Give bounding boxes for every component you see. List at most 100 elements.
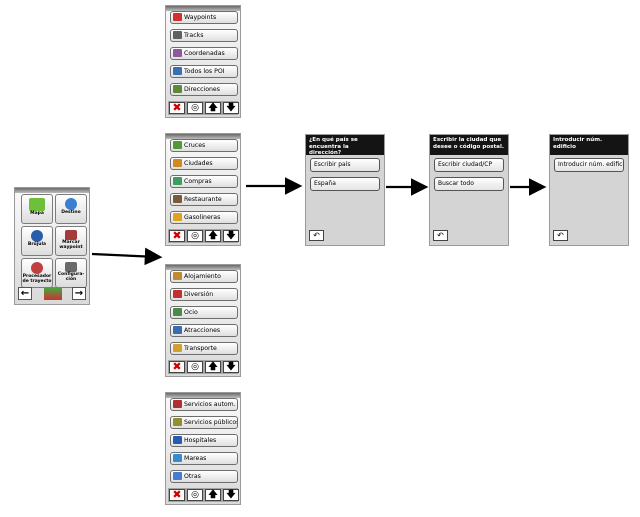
scroll-down-button[interactable]: 🡇 xyxy=(223,361,239,373)
previous-page-button[interactable]: ← xyxy=(18,287,32,300)
list-item-label: Tracks xyxy=(184,32,204,39)
dialog-screen: Introducir núm. edificio Introducir núm. … xyxy=(549,134,629,246)
category-icon xyxy=(173,85,182,93)
list-item[interactable]: Cruces xyxy=(170,139,238,152)
map-tile-label: Mapa xyxy=(30,211,44,216)
target-button[interactable]: ◎ xyxy=(187,102,203,114)
scroll-up-button[interactable]: 🡅 xyxy=(205,230,221,242)
delete-button[interactable]: ✖ xyxy=(169,361,185,373)
list-item[interactable]: Ciudades xyxy=(170,157,238,170)
list-item[interactable]: Alojamiento xyxy=(170,270,238,283)
list-toolbar: ✖ ◎ 🡅 🡇 xyxy=(168,229,239,243)
category-icon xyxy=(173,213,182,221)
mark-waypoint-tile-label: Marcar waypoint xyxy=(59,240,83,250)
category-icon xyxy=(173,272,182,280)
list-item-label: Cruces xyxy=(184,142,206,149)
scroll-down-button[interactable]: 🡇 xyxy=(223,489,239,501)
destination-tile-label: Destino xyxy=(61,210,81,215)
list-item[interactable]: Todos los POI xyxy=(170,65,238,78)
scroll-up-button[interactable]: 🡅 xyxy=(205,361,221,373)
list-item[interactable]: Transporte xyxy=(170,342,238,355)
delete-button[interactable]: ✖ xyxy=(169,102,185,114)
dialog-screen: Escribir la ciudad que desee o código po… xyxy=(429,134,509,246)
scroll-down-button[interactable]: 🡇 xyxy=(223,230,239,242)
category-icon xyxy=(173,141,182,149)
category-icon xyxy=(173,436,182,444)
delete-button[interactable]: ✖ xyxy=(169,230,185,242)
scroll-down-button[interactable]: 🡇 xyxy=(223,102,239,114)
list-item[interactable]: Tracks xyxy=(170,29,238,42)
dialog-header: ¿En qué país se encuentra la dirección? xyxy=(306,135,384,156)
target-button[interactable]: ◎ xyxy=(187,489,203,501)
category-list-screen: Servicios autom. Servicios públicos Hospit… xyxy=(165,392,241,505)
list-item-label: Servicios autom. xyxy=(184,401,236,408)
arrow-main-to-lists xyxy=(91,247,163,266)
list-toolbar: ✖ ◎ 🡅 🡇 xyxy=(168,101,239,115)
target-button[interactable]: ◎ xyxy=(187,361,203,373)
category-icon xyxy=(173,418,182,426)
scroll-up-button[interactable]: 🡅 xyxy=(205,489,221,501)
list-item-label: Alojamiento xyxy=(184,273,221,280)
speedometer-icon xyxy=(31,262,43,274)
list-item[interactable]: Servicios públicos xyxy=(170,416,238,429)
list-item[interactable]: Coordenadas xyxy=(170,47,238,60)
map-tile[interactable]: Mapa xyxy=(21,194,53,224)
list-item[interactable]: Ocio xyxy=(170,306,238,319)
trip-computer-tile[interactable]: Procesador de trayecto xyxy=(21,258,53,288)
main-menu-nav: ← → xyxy=(18,287,86,301)
dialog-option-button[interactable]: Escribir ciudad/CP xyxy=(434,158,504,172)
main-menu-screen: Mapa Destino Brújula Marcar waypoint Pro… xyxy=(14,187,90,305)
back-button[interactable]: ↶ xyxy=(553,230,568,241)
category-icon xyxy=(173,67,182,75)
flag-icon xyxy=(65,230,77,240)
category-icon xyxy=(173,290,182,298)
list-item[interactable]: Waypoints xyxy=(170,11,238,24)
list-toolbar: ✖ ◎ 🡅 🡇 xyxy=(168,360,239,374)
list-item-label: Transporte xyxy=(184,345,217,352)
screen-top-shadow xyxy=(15,188,89,193)
list-item[interactable]: Hospitales xyxy=(170,434,238,447)
list-item-label: Otras xyxy=(184,473,201,480)
dialog-option-button[interactable]: España xyxy=(310,177,380,191)
dialog-option-button[interactable]: Buscar todo xyxy=(434,177,504,191)
list-item-label: Todos los POI xyxy=(184,68,225,75)
list-item[interactable]: Compras xyxy=(170,175,238,188)
list-item-label: Waypoints xyxy=(184,14,217,21)
dialog-header: Escribir la ciudad que desee o código po… xyxy=(430,135,508,155)
next-page-button[interactable]: → xyxy=(72,287,86,300)
list-item[interactable]: Restaurante xyxy=(170,193,238,206)
list-item[interactable]: Atracciones xyxy=(170,324,238,337)
wrench-icon xyxy=(65,262,77,272)
list-item[interactable]: Diversión xyxy=(170,288,238,301)
back-button[interactable]: ↶ xyxy=(433,230,448,241)
scroll-up-button[interactable]: 🡅 xyxy=(205,102,221,114)
list-item-label: Servicios públicos xyxy=(184,419,238,426)
list-item[interactable]: Direcciones xyxy=(170,83,238,96)
category-list-screen: Alojamiento Diversión Ocio Atracciones Trans… xyxy=(165,264,241,377)
trip-computer-tile-label: Procesador de trayecto xyxy=(22,274,52,284)
list-item[interactable]: Gasolineras xyxy=(170,211,238,224)
delete-button[interactable]: ✖ xyxy=(169,489,185,501)
list-item[interactable]: Servicios autom. xyxy=(170,398,238,411)
search-icon xyxy=(65,198,77,210)
category-icon xyxy=(173,326,182,334)
list-item[interactable]: Otras xyxy=(170,470,238,483)
category-list-screen: Cruces Ciudades Compras Restaurante Gasoline… xyxy=(165,133,241,246)
dialog-option-button[interactable]: Escribir país xyxy=(310,158,380,172)
category-icon xyxy=(173,195,182,203)
category-icon xyxy=(173,159,182,167)
list-item[interactable]: Mareas xyxy=(170,452,238,465)
compass-icon xyxy=(31,230,43,242)
setup-tile[interactable]: Configura-ción xyxy=(55,258,87,288)
destination-tile[interactable]: Destino xyxy=(55,194,87,224)
back-button[interactable]: ↶ xyxy=(309,230,324,241)
compass-tile[interactable]: Brújula xyxy=(21,226,53,256)
category-icon xyxy=(173,31,182,39)
target-button[interactable]: ◎ xyxy=(187,230,203,242)
list-toolbar: ✖ ◎ 🡅 🡇 xyxy=(168,488,239,502)
dialog-screen: ¿En qué país se encuentra la dirección? E… xyxy=(305,134,385,246)
category-icon xyxy=(173,400,182,408)
compass-tile-label: Brújula xyxy=(27,242,47,247)
dialog-option-button[interactable]: Introducir núm. edifici xyxy=(554,158,624,172)
mark-waypoint-tile[interactable]: Marcar waypoint xyxy=(55,226,87,256)
